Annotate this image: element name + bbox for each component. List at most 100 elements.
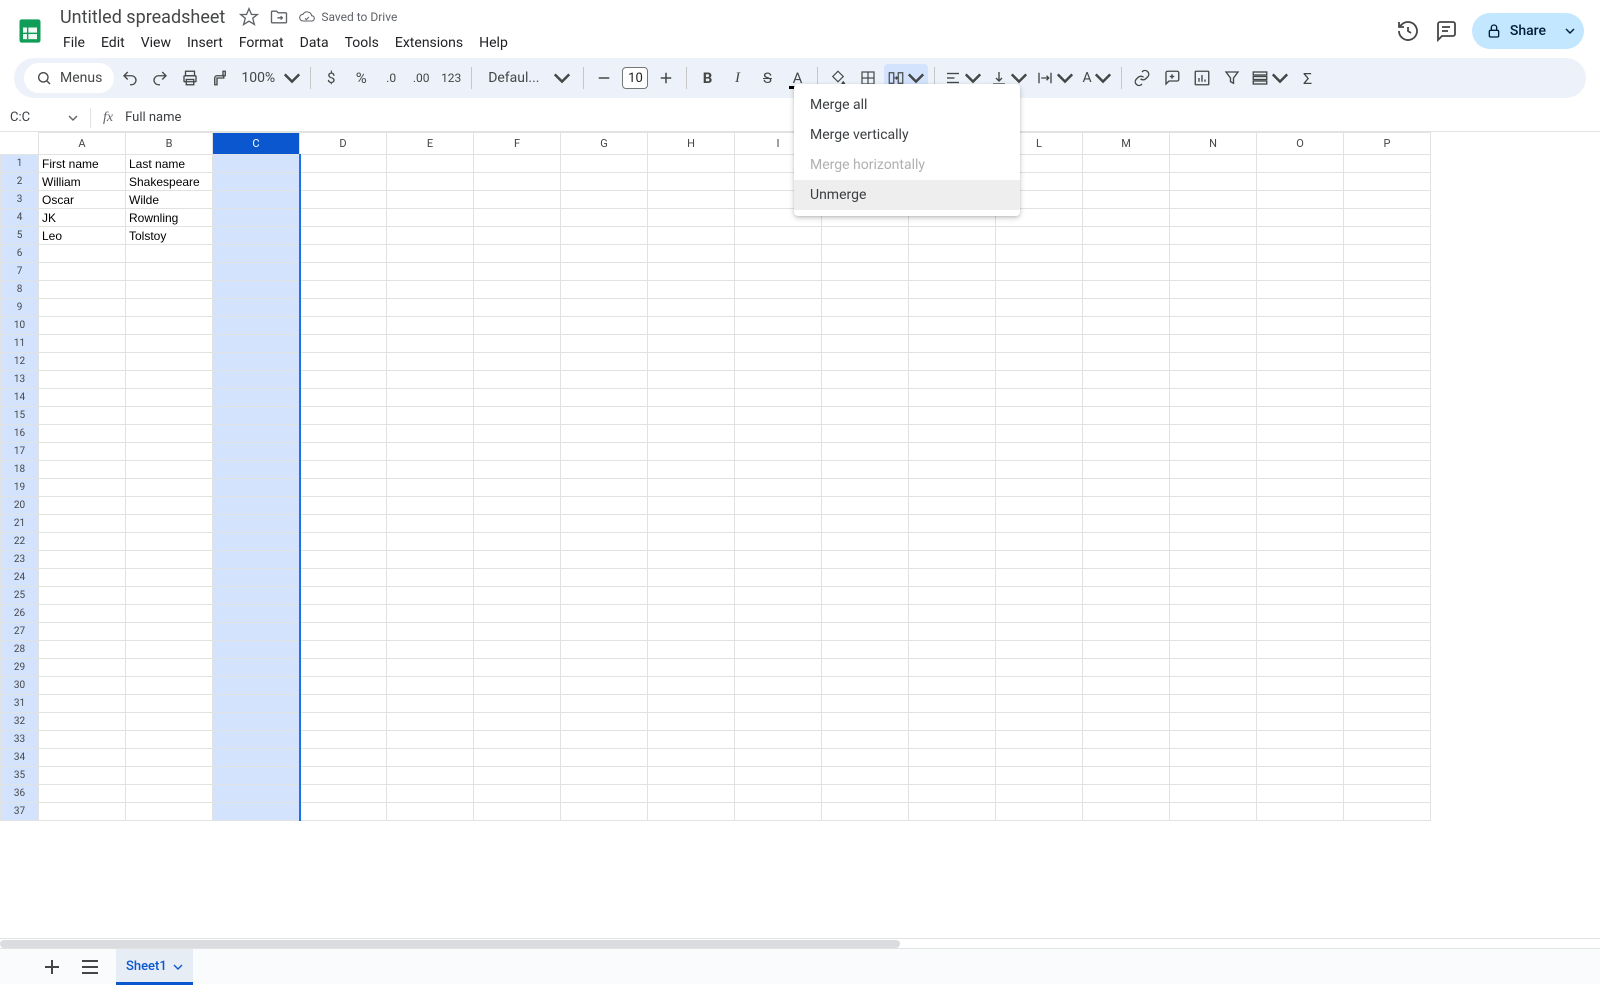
cell[interactable]: [1083, 659, 1170, 677]
cell[interactable]: [996, 389, 1083, 407]
cell[interactable]: [1170, 425, 1257, 443]
cell[interactable]: [300, 803, 387, 821]
cell[interactable]: [996, 479, 1083, 497]
cell[interactable]: [474, 371, 561, 389]
share-caret-icon[interactable]: [1558, 26, 1582, 36]
row-header[interactable]: 22: [1, 533, 39, 551]
menu-tools[interactable]: Tools: [338, 31, 386, 55]
cell[interactable]: [1344, 245, 1431, 263]
cell[interactable]: [213, 695, 300, 713]
cell[interactable]: [909, 443, 996, 461]
decrease-decimal-button[interactable]: .0: [377, 64, 405, 92]
cell[interactable]: [648, 263, 735, 281]
cell[interactable]: [474, 767, 561, 785]
cell[interactable]: [1170, 713, 1257, 731]
cell[interactable]: [213, 353, 300, 371]
cell[interactable]: [300, 677, 387, 695]
cell[interactable]: [996, 785, 1083, 803]
cell[interactable]: [735, 497, 822, 515]
cell[interactable]: [39, 569, 126, 587]
cell[interactable]: [1083, 299, 1170, 317]
cell[interactable]: [648, 479, 735, 497]
font-size-decrease-button[interactable]: [590, 64, 618, 92]
column-header-O[interactable]: O: [1257, 133, 1344, 155]
merge-option-unmerge[interactable]: Unmerge: [794, 180, 1020, 210]
cell[interactable]: [735, 749, 822, 767]
cell[interactable]: [561, 209, 648, 227]
row-header[interactable]: 37: [1, 803, 39, 821]
cell[interactable]: [648, 731, 735, 749]
cell[interactable]: [1344, 695, 1431, 713]
cell[interactable]: [213, 713, 300, 731]
cell[interactable]: [1083, 587, 1170, 605]
cell[interactable]: [822, 605, 909, 623]
cell[interactable]: [126, 245, 213, 263]
menu-view[interactable]: View: [134, 31, 178, 55]
cell[interactable]: [735, 659, 822, 677]
cell[interactable]: [300, 749, 387, 767]
cell[interactable]: [735, 803, 822, 821]
cell[interactable]: [300, 497, 387, 515]
cell[interactable]: [213, 281, 300, 299]
cell[interactable]: [561, 335, 648, 353]
cell[interactable]: [822, 749, 909, 767]
cell[interactable]: [822, 407, 909, 425]
cell[interactable]: [909, 641, 996, 659]
cell[interactable]: [474, 479, 561, 497]
increase-decimal-button[interactable]: .00: [407, 64, 435, 92]
cell[interactable]: JK: [39, 209, 126, 227]
cell[interactable]: [1257, 227, 1344, 245]
cell[interactable]: [996, 641, 1083, 659]
cell[interactable]: [1257, 623, 1344, 641]
cell[interactable]: [213, 785, 300, 803]
cell[interactable]: [909, 479, 996, 497]
cell[interactable]: [648, 677, 735, 695]
doc-name[interactable]: Untitled spreadsheet: [56, 7, 229, 28]
cell[interactable]: [39, 767, 126, 785]
cell[interactable]: [1170, 191, 1257, 209]
cell[interactable]: [909, 803, 996, 821]
cell[interactable]: [561, 443, 648, 461]
cell[interactable]: [300, 407, 387, 425]
cell[interactable]: [909, 389, 996, 407]
cell[interactable]: [474, 785, 561, 803]
column-header-B[interactable]: B: [126, 133, 213, 155]
cell[interactable]: [561, 551, 648, 569]
cell[interactable]: [822, 317, 909, 335]
row-header[interactable]: 36: [1, 785, 39, 803]
cell[interactable]: [1170, 515, 1257, 533]
cell[interactable]: [996, 695, 1083, 713]
cell[interactable]: [474, 263, 561, 281]
horizontal-scrollbar[interactable]: [0, 938, 1600, 948]
cell[interactable]: [909, 533, 996, 551]
cell[interactable]: [39, 641, 126, 659]
cell[interactable]: Rownling: [126, 209, 213, 227]
cell[interactable]: [126, 389, 213, 407]
cell[interactable]: [387, 533, 474, 551]
cell[interactable]: [474, 245, 561, 263]
row-header[interactable]: 8: [1, 281, 39, 299]
cell[interactable]: [1257, 803, 1344, 821]
cell[interactable]: [1344, 353, 1431, 371]
cell[interactable]: [213, 299, 300, 317]
cell[interactable]: [1344, 263, 1431, 281]
cell[interactable]: [996, 227, 1083, 245]
cell[interactable]: [387, 767, 474, 785]
cell[interactable]: [387, 353, 474, 371]
cell[interactable]: [213, 497, 300, 515]
cell[interactable]: [300, 623, 387, 641]
row-header[interactable]: 30: [1, 677, 39, 695]
cell[interactable]: [1083, 191, 1170, 209]
cell[interactable]: [1257, 695, 1344, 713]
cell[interactable]: [1257, 713, 1344, 731]
cell[interactable]: [909, 353, 996, 371]
cell[interactable]: [822, 533, 909, 551]
cell[interactable]: William: [39, 173, 126, 191]
row-header[interactable]: 16: [1, 425, 39, 443]
cell[interactable]: [1257, 497, 1344, 515]
cell[interactable]: [1257, 569, 1344, 587]
cell[interactable]: [387, 191, 474, 209]
cell[interactable]: [561, 659, 648, 677]
cell[interactable]: [1170, 785, 1257, 803]
cell[interactable]: [648, 371, 735, 389]
